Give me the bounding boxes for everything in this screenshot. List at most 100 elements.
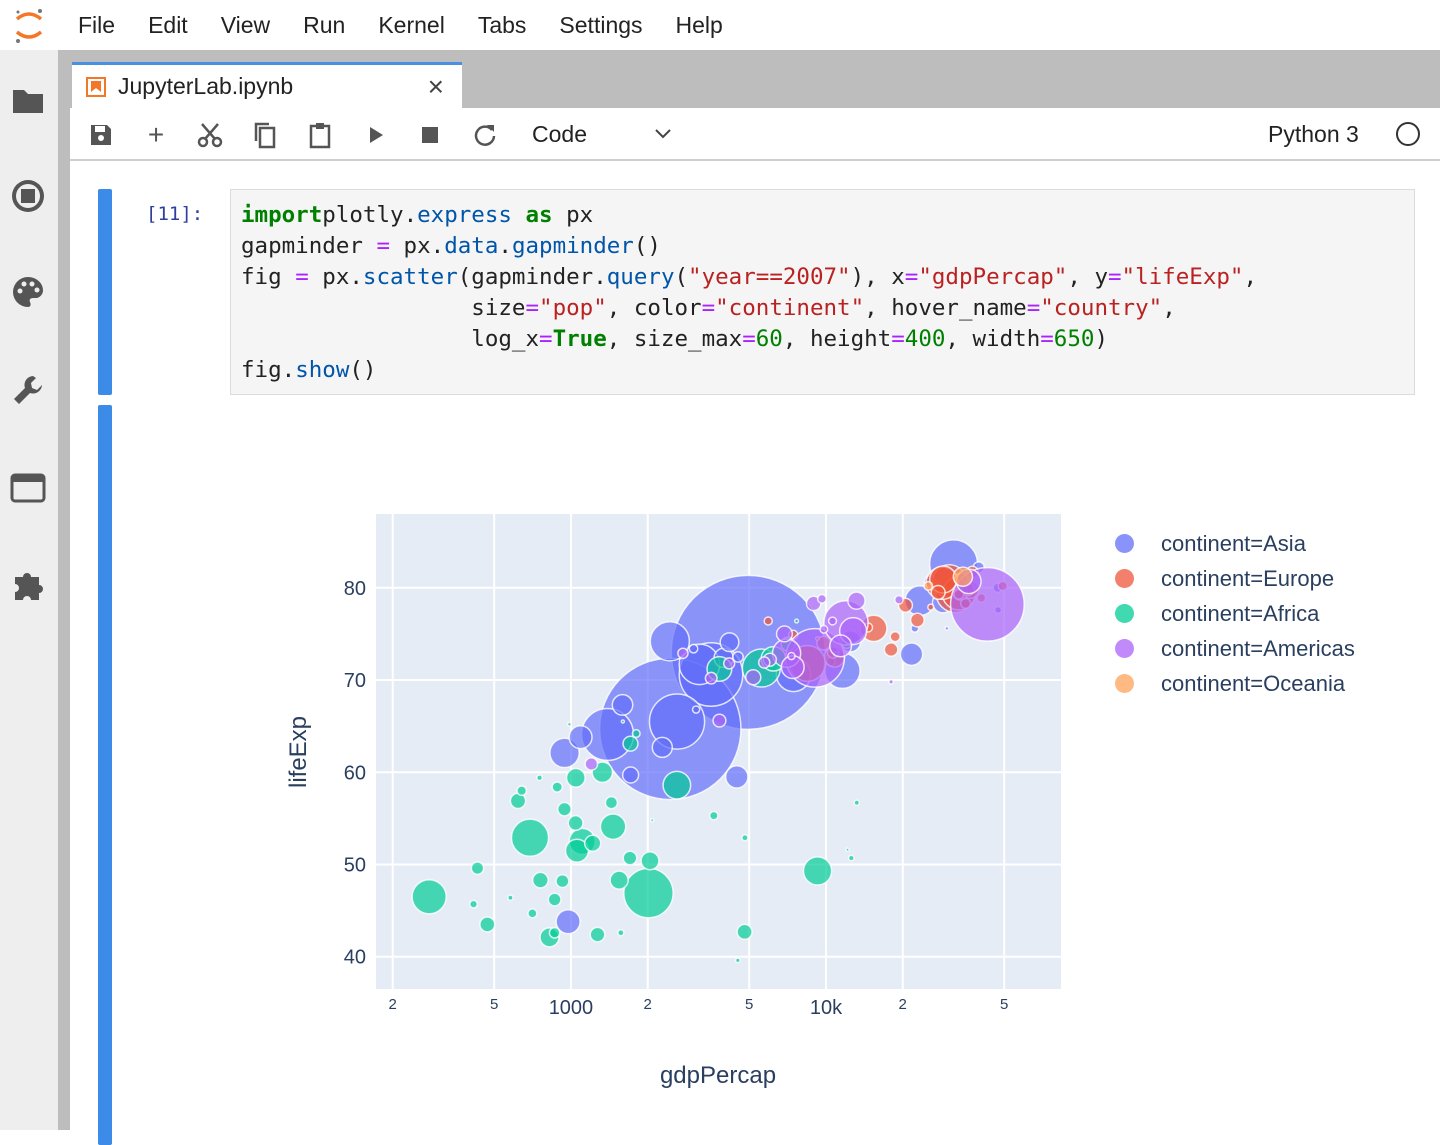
code-token: = bbox=[891, 326, 905, 352]
data-point bbox=[469, 899, 479, 909]
stop-icon[interactable] bbox=[415, 120, 445, 150]
data-point bbox=[557, 801, 572, 817]
code-token: = bbox=[525, 295, 540, 321]
code-token: ), x bbox=[850, 264, 905, 290]
menu-run[interactable]: Run bbox=[303, 12, 345, 39]
legend-item[interactable]: continent=Europe bbox=[1115, 561, 1355, 596]
add-cell-icon[interactable]: + bbox=[141, 119, 171, 150]
code-token: px. bbox=[390, 233, 445, 259]
x-tick-label: 10k bbox=[810, 997, 843, 1019]
copy-icon[interactable] bbox=[250, 120, 280, 150]
folder-icon[interactable] bbox=[10, 82, 46, 118]
data-point bbox=[662, 770, 692, 800]
run-icon[interactable] bbox=[361, 120, 391, 150]
output-collapser[interactable] bbox=[98, 405, 112, 1145]
data-point bbox=[787, 651, 796, 661]
code-token: , bbox=[1243, 264, 1258, 290]
data-point bbox=[551, 781, 563, 793]
kernel-status-icon bbox=[1396, 122, 1420, 146]
code-line: importplotly.express as px bbox=[241, 200, 1414, 231]
kernel-name[interactable]: Python 3 bbox=[1268, 121, 1359, 148]
code-line: size="pop", color="continent", hover_nam… bbox=[241, 293, 1414, 324]
data-point bbox=[651, 736, 674, 759]
data-point bbox=[411, 878, 447, 915]
data-point bbox=[547, 892, 562, 907]
cut-icon[interactable] bbox=[195, 120, 225, 150]
data-point bbox=[712, 713, 727, 728]
code-token: 400 bbox=[904, 326, 946, 352]
data-point bbox=[704, 671, 718, 685]
code-token: plotly bbox=[322, 202, 404, 228]
data-point bbox=[566, 721, 572, 727]
cell-prompt: [11]: bbox=[146, 203, 204, 225]
data-point bbox=[527, 908, 538, 919]
legend-item[interactable]: continent=Americas bbox=[1115, 631, 1355, 666]
data-point bbox=[888, 678, 895, 685]
code-token: query bbox=[606, 264, 675, 290]
menu-edit[interactable]: Edit bbox=[148, 12, 188, 39]
cell-collapser[interactable] bbox=[98, 189, 112, 395]
x-tick-label: 1000 bbox=[549, 997, 594, 1019]
code-token: log_x bbox=[241, 326, 540, 352]
code-token: = bbox=[1040, 326, 1054, 352]
data-point bbox=[802, 856, 833, 886]
code-token: scatter bbox=[362, 264, 458, 290]
data-point bbox=[744, 668, 762, 686]
menu-help[interactable]: Help bbox=[676, 12, 723, 39]
tab-notebook[interactable]: JupyterLab.ipynb × bbox=[72, 62, 462, 108]
code-token: () bbox=[349, 357, 377, 383]
data-point bbox=[944, 625, 950, 631]
legend-label: continent=Asia bbox=[1161, 530, 1306, 556]
data-point bbox=[567, 814, 584, 832]
data-point bbox=[894, 594, 904, 605]
legend-marker-icon bbox=[1115, 569, 1134, 588]
data-point bbox=[793, 618, 800, 624]
x-tick-label: 2 bbox=[899, 996, 907, 1013]
menu-tabs[interactable]: Tabs bbox=[478, 12, 527, 39]
y-tick-label: 40 bbox=[344, 947, 366, 969]
code-token: = bbox=[742, 326, 756, 352]
code-token: px bbox=[552, 202, 594, 228]
paste-icon[interactable] bbox=[305, 120, 335, 150]
extension-puzzle-icon[interactable] bbox=[10, 567, 46, 603]
data-point bbox=[507, 894, 514, 902]
chart-legend: continent=Asia continent=Europe continent=… bbox=[1115, 526, 1355, 701]
data-point bbox=[899, 642, 924, 667]
wrench-icon[interactable] bbox=[10, 372, 46, 408]
palette-icon[interactable] bbox=[10, 274, 46, 310]
data-point bbox=[620, 719, 626, 724]
jupyter-logo-icon[interactable] bbox=[0, 0, 58, 50]
save-icon[interactable] bbox=[86, 120, 116, 150]
y-tick-label: 60 bbox=[344, 762, 366, 784]
code-token: True bbox=[552, 326, 607, 352]
data-point bbox=[516, 785, 528, 797]
close-icon[interactable]: × bbox=[428, 71, 444, 103]
legend-item[interactable]: continent=Africa bbox=[1115, 596, 1355, 631]
notebook-toolbar: + Code Python 3 bbox=[70, 108, 1440, 161]
legend-item[interactable]: continent=Asia bbox=[1115, 526, 1355, 561]
legend-label: continent=Americas bbox=[1161, 635, 1355, 661]
legend-label: continent=Africa bbox=[1161, 600, 1320, 626]
data-point bbox=[609, 870, 629, 890]
data-point bbox=[622, 735, 639, 752]
y-axis-title: lifeExp bbox=[285, 716, 312, 788]
data-point bbox=[604, 795, 619, 810]
menu-kernel[interactable]: Kernel bbox=[378, 12, 444, 39]
legend-item[interactable]: continent=Oceania bbox=[1115, 666, 1355, 701]
data-point bbox=[724, 764, 749, 789]
chevron-down-icon[interactable] bbox=[652, 122, 674, 149]
data-point bbox=[708, 810, 719, 821]
x-tick-label: 2 bbox=[389, 996, 397, 1013]
restart-icon[interactable] bbox=[470, 120, 500, 150]
code-token: , hover_name bbox=[864, 295, 1027, 321]
menu-file[interactable]: File bbox=[78, 12, 115, 39]
code-token: import bbox=[241, 202, 323, 228]
menu-view[interactable]: View bbox=[221, 12, 270, 39]
running-stop-icon[interactable] bbox=[10, 178, 46, 214]
data-point bbox=[568, 725, 593, 750]
cell-type-dropdown[interactable]: Code bbox=[532, 121, 587, 148]
code-token: "year==2007" bbox=[688, 264, 851, 290]
menu-settings[interactable]: Settings bbox=[559, 12, 642, 39]
code-editor[interactable]: importplotly.express as px gapminder = px… bbox=[230, 189, 1415, 395]
tabs-window-icon[interactable] bbox=[10, 470, 46, 506]
